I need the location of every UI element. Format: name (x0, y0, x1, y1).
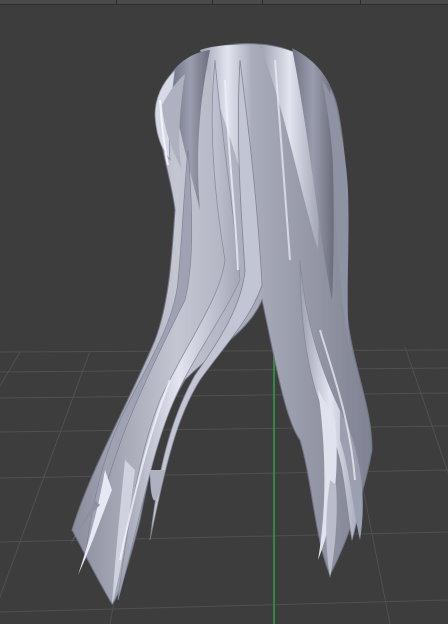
hair-model[interactable] (70, 42, 373, 605)
floor-grid (0, 346, 448, 624)
viewport-scene (0, 42, 448, 624)
3d-viewport[interactable] (0, 0, 448, 624)
